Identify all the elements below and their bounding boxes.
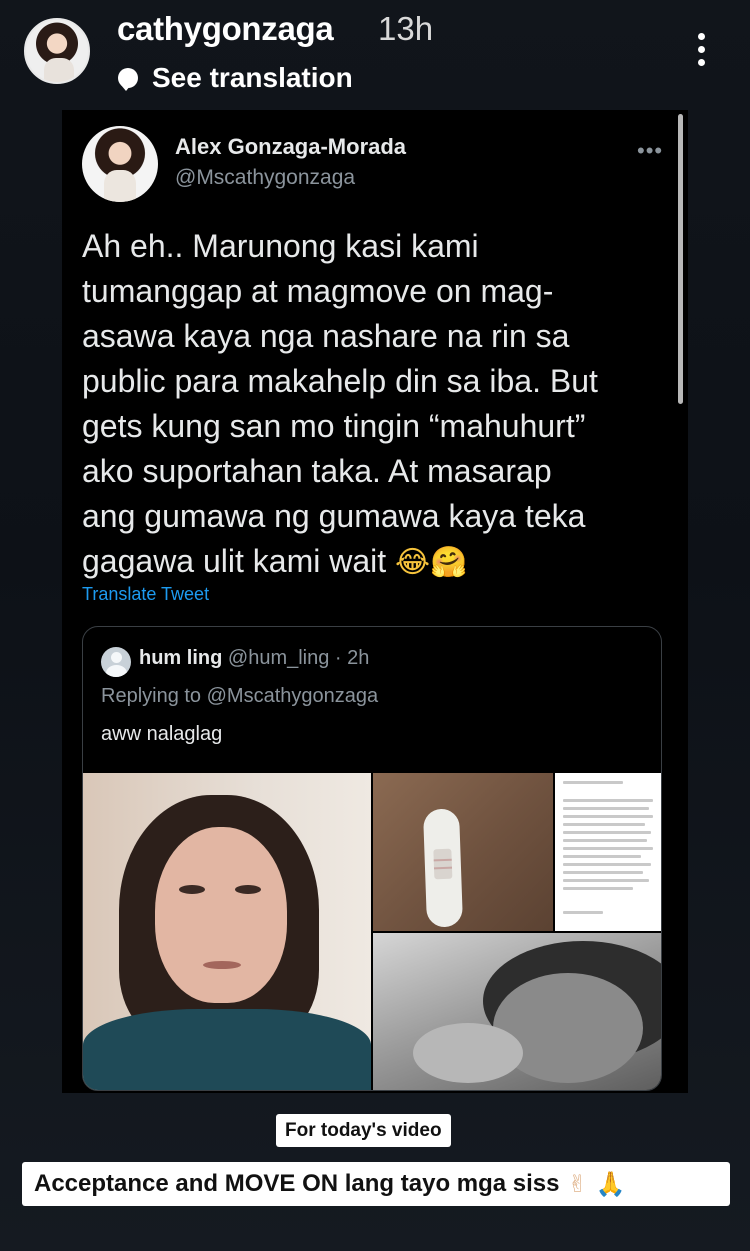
story-username[interactable]: cathygonzaga (117, 10, 334, 48)
caption-sticker-large: Acceptance and MOVE ON lang tayo mga sis… (22, 1162, 730, 1206)
tweet-author-name[interactable]: Alex Gonzaga-Morada (175, 134, 406, 160)
instagram-post-screenshot[interactable] (555, 773, 661, 931)
quoted-tweet-text: aww nalaglag (101, 723, 223, 745)
vertical-ellipsis-icon[interactable] (696, 33, 706, 69)
see-translation-label: See translation (152, 62, 353, 93)
tweet-line: public para makahelp din sa iba. But (82, 363, 598, 399)
tweet-line: ang gumawa ng gumawa kaya teka (82, 498, 586, 534)
scrollbar[interactable] (678, 114, 683, 404)
story-timestamp: 13h (378, 10, 434, 47)
hugging-emoji-icon: 🤗 (430, 545, 468, 580)
quoted-tweet-header: hum ling @hum_ling · 2h (139, 647, 369, 670)
quoted-author-handle[interactable]: @hum_ling (228, 647, 329, 669)
couple-bw-photo[interactable] (373, 933, 661, 1090)
tweet-line: ako suportahan taka. At masarap (82, 453, 552, 489)
tweet-author-avatar[interactable] (82, 126, 158, 202)
pregnancy-test-photo[interactable] (373, 773, 553, 931)
caption-sticker-small: For today's video (276, 1114, 451, 1147)
tweet-line-last: gagawa ulit kami wait 😂🤗 (82, 539, 672, 585)
quoted-author-name[interactable]: hum ling (139, 647, 222, 669)
praying-hands-icon: 🙏 (595, 1170, 626, 1198)
speech-bubble-icon (118, 68, 138, 91)
tweet-text: Ah eh.. Marunong kasi kami tumanggap at … (82, 224, 672, 585)
story-avatar[interactable] (24, 18, 90, 84)
quoted-tweet[interactable]: hum ling @hum_ling · 2h Replying to @Msc… (82, 626, 662, 1091)
tweet-line: Ah eh.. Marunong kasi kami (82, 228, 479, 264)
crying-woman-photo[interactable] (83, 773, 371, 1090)
tweet-author-handle[interactable]: @Mscathygonzaga (175, 166, 355, 190)
caption-large-text: Acceptance and MOVE ON lang tayo mga sis… (34, 1170, 560, 1197)
caption-small-text: For today's video (285, 1119, 442, 1141)
story-header: cathygonzaga 13h See translation (0, 0, 750, 100)
see-translation-button[interactable]: See translation (118, 62, 353, 94)
default-avatar-icon[interactable] (101, 647, 131, 677)
tweet-screenshot: Alex Gonzaga-Morada @Mscathygonzaga ••• … (62, 110, 688, 1093)
separator-dot: · (334, 647, 342, 669)
instagram-story: cathygonzaga 13h See translation Alex Go… (0, 0, 750, 1251)
laughing-emoji-icon: 😂 (395, 545, 431, 580)
tweet-line: tumanggap at magmove on mag- (82, 273, 554, 309)
quoted-tweet-media (83, 773, 661, 1090)
replying-to-text: Replying to @Mscathygonzaga (101, 685, 379, 707)
tweet-line: gets kung san mo tingin “mahuhurt” (82, 408, 586, 444)
victory-hand-icon: ✌ (567, 1170, 588, 1198)
quoted-tweet-time: 2h (347, 647, 370, 669)
tweet-line: asawa kaya nga nashare na rin sa (82, 318, 570, 354)
translate-tweet-link[interactable]: Translate Tweet (82, 584, 209, 605)
tweet-line: gagawa ulit kami wait (82, 543, 387, 579)
tweet-more-icon[interactable]: ••• (637, 138, 663, 164)
